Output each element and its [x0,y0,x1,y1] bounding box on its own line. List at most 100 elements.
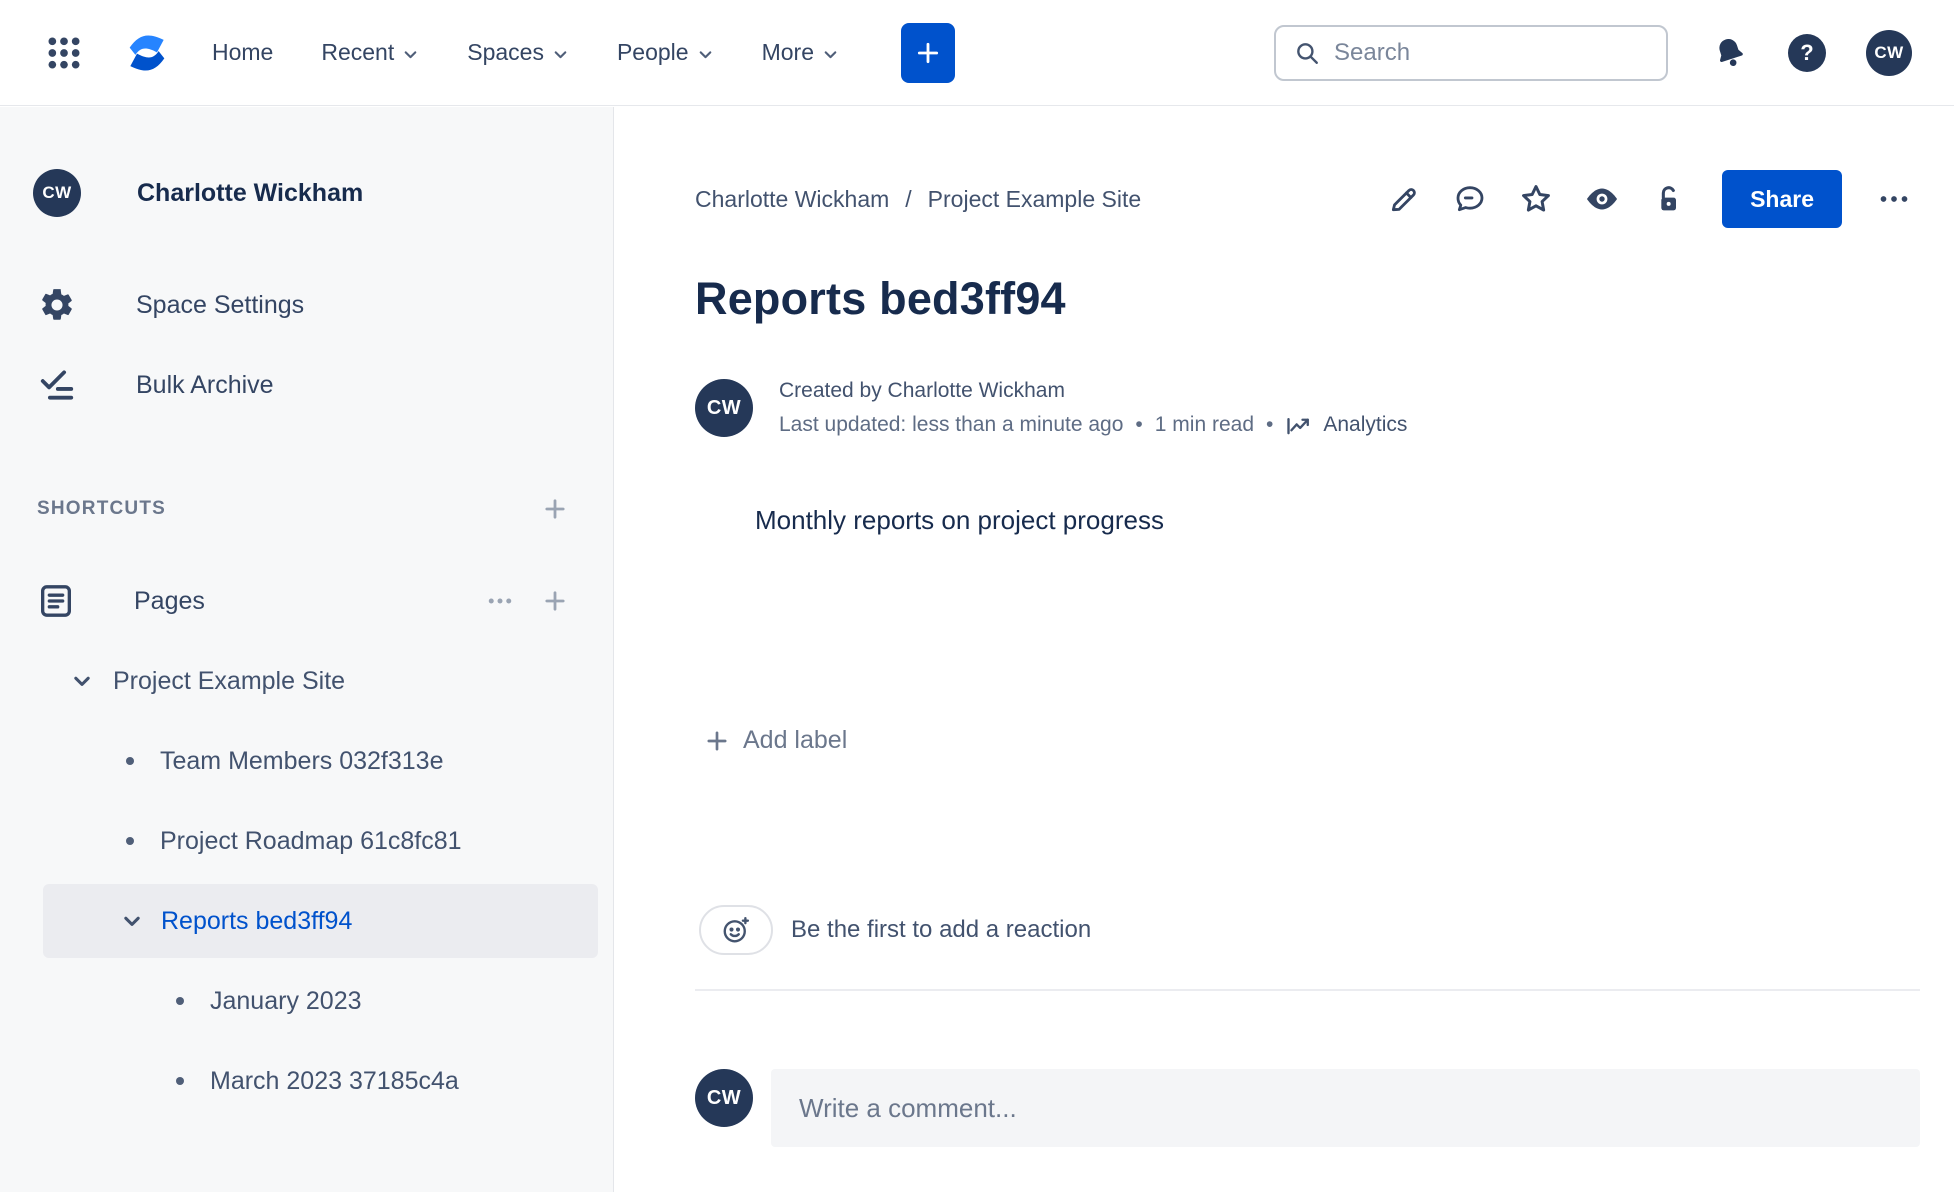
nav-more-label: More [761,39,814,65]
topbar-icons: ? CW [1712,29,1912,76]
star-icon[interactable] [1510,173,1562,225]
sidebar-item-bulk-archive[interactable]: Bulk Archive [36,361,613,409]
shortcuts-section-header: SHORTCUTS [37,489,569,529]
reaction-prompt-text: Be the first to add a reaction [791,916,1092,943]
search-box[interactable] [1274,24,1668,81]
nav-people[interactable]: People [617,39,714,66]
author-avatar[interactable]: CW [695,379,753,437]
add-label-text: Add label [743,726,848,754]
plus-icon [917,42,939,63]
read-time-text: 1 min read [1154,413,1254,436]
bulk-archive-icon [36,366,78,404]
nav-more[interactable]: More [762,39,839,66]
smiley-add-icon [723,916,750,943]
add-reaction-button[interactable] [699,905,773,955]
add-shortcut-button[interactable] [541,495,569,523]
bullet-icon [176,1077,184,1085]
nav-spaces[interactable]: Spaces [467,39,569,66]
help-icon[interactable]: ? [1788,33,1826,72]
comment-input-box[interactable] [771,1069,1920,1147]
confluence-logo-icon[interactable] [118,31,176,75]
bullet-icon [126,837,134,845]
reactions-area: Be the first to add a reaction [699,905,1920,955]
nav-home-label: Home [212,39,274,65]
pages-section-header[interactable]: Pages [36,577,569,625]
byline: CW Created by Charlotte Wickham Last upd… [695,379,1920,439]
last-updated-text[interactable]: Last updated: less than a minute ago [779,413,1123,437]
tree-item-label: Team Members 032f313e [160,746,444,775]
space-avatar: CW [33,169,81,217]
chevron-down-icon[interactable] [121,909,143,933]
tree-item-label: Reports bed3ff94 [161,906,353,935]
page-header-row: Charlotte Wickham / Project Example Site [695,169,1920,229]
profile-avatar[interactable]: CW [1866,29,1912,76]
page-title: Reports bed3ff94 [695,273,1066,324]
space-settings-label: Space Settings [136,290,305,319]
ellipsis-icon [1880,196,1908,202]
tree-item-project-example-site[interactable]: Project Example Site [0,641,613,721]
bullet-icon [176,997,184,1005]
tree-item-label: Project Roadmap 61c8fc81 [160,826,462,855]
breadcrumb-parent-link[interactable]: Project Example Site [928,186,1141,213]
tree-item-march-2023[interactable]: March 2023 37185c4a [0,1041,613,1121]
create-button[interactable] [900,22,955,83]
chevron-down-icon [699,50,711,58]
edit-pencil-icon[interactable] [1378,173,1430,225]
analytics-label: Analytics [1323,413,1408,436]
primary-nav: Home Recent Spaces People More [212,39,887,66]
nav-people-label: People [616,39,689,65]
tree-item-january-2023[interactable]: January 2023 [0,961,613,1041]
comment-composer: CW [695,1069,1920,1147]
notifications-bell-icon[interactable] [1712,35,1748,71]
commenter-avatar: CW [695,1069,753,1127]
sidebar-item-space-settings[interactable]: Space Settings [36,281,613,329]
comment-bubble-icon[interactable] [1444,173,1496,225]
tree-item-team-members[interactable]: Team Members 032f313e [0,721,613,801]
page-actions: Share [1378,170,1920,228]
space-sidebar: CW Charlotte Wickham Space Settings Bulk… [0,107,614,1192]
unlock-icon[interactable] [1642,173,1694,225]
bulk-archive-label: Bulk Archive [136,370,274,399]
watch-eye-icon[interactable] [1576,173,1628,225]
created-by-text: Created by Charlotte Wickham [779,379,1065,402]
breadcrumb: Charlotte Wickham / Project Example Site [695,186,1141,213]
analytics-link[interactable]: Analytics [1285,411,1407,439]
app-switcher-icon[interactable] [42,31,86,75]
add-label-button[interactable]: Add label [703,726,847,755]
tree-item-project-roadmap[interactable]: Project Roadmap 61c8fc81 [0,801,613,881]
pages-label: Pages [134,586,205,615]
gear-icon [36,286,78,324]
breadcrumb-space-link[interactable]: Charlotte Wickham [695,186,889,213]
plus-icon [545,499,565,519]
tree-item-reports-selected[interactable]: Reports bed3ff94 [0,881,613,961]
shortcuts-label: SHORTCUTS [37,498,167,519]
comment-input[interactable] [799,1092,1892,1124]
share-button[interactable]: Share [1722,170,1842,228]
chevron-down-icon[interactable] [71,669,93,693]
page-body-text: Monthly reports on project progress [755,505,1164,535]
pages-more-button[interactable] [485,586,515,616]
add-page-button[interactable] [541,587,569,615]
space-header[interactable]: CW Charlotte Wickham [33,169,613,217]
nav-recent[interactable]: Recent [321,39,419,66]
confluence-page: Home Recent Spaces People More Search ? … [0,0,1954,1192]
ellipsis-icon [488,598,512,604]
nav-home[interactable]: Home [212,39,273,66]
tree-item-label: January 2023 [210,986,362,1015]
search-input[interactable] [1334,38,1648,67]
nav-spaces-label: Spaces [467,39,544,65]
nav-recent-label: Recent [321,39,395,65]
more-actions-button[interactable] [1868,173,1920,225]
search-icon [1297,42,1318,64]
chevron-down-icon [824,50,837,58]
page-tree: Project Example Site Team Members 032f31… [0,641,613,1121]
dot-separator: • [1266,413,1274,436]
analytics-chart-icon [1287,418,1310,435]
tree-item-label: March 2023 37185c4a [210,1066,459,1095]
bullet-icon [126,757,134,765]
pages-icon [36,581,76,621]
breadcrumb-separator: / [905,185,912,212]
top-navigation-bar: Home Recent Spaces People More Search ? … [0,0,1954,106]
plus-icon [545,591,565,611]
chevron-down-icon [404,50,417,58]
